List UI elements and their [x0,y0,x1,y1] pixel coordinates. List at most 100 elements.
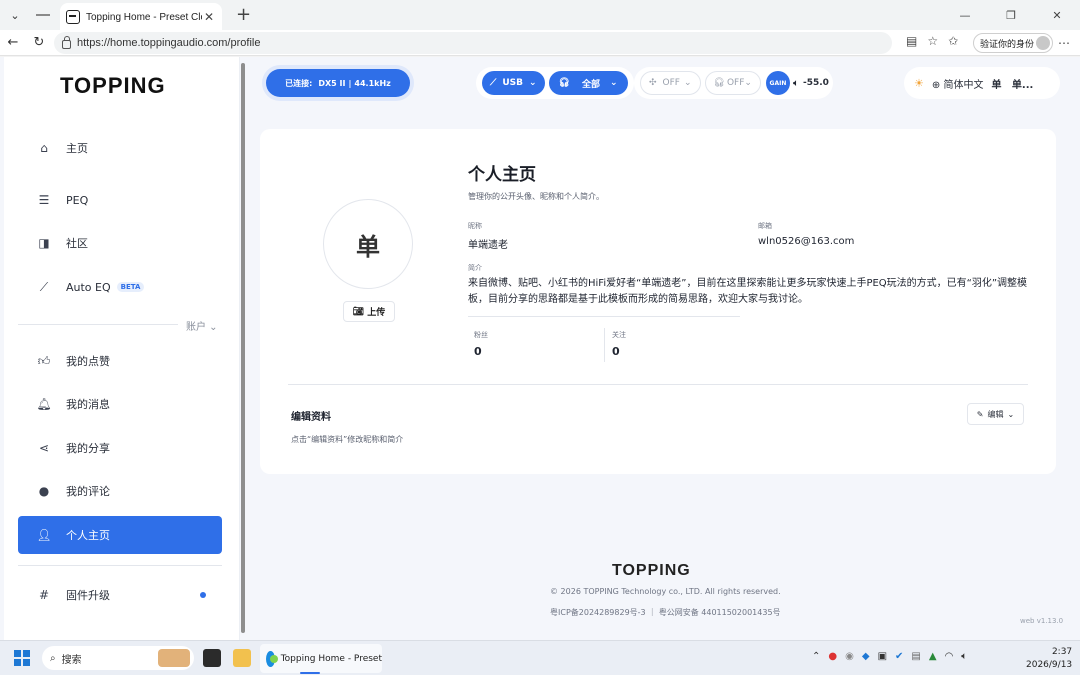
device-name: DX5 II [318,78,346,88]
clock-time: 2:37 [1051,647,1073,657]
profile-label: 验证你的身份 [980,39,1035,50]
nickname-value: 单端遗老 [468,240,508,251]
icp-record[interactable]: 粤ICP备2024289829号-3 ｜ 粤公网安备 4401150200143… [550,607,781,618]
browser-tab-active[interactable]: Topping Home - Preset Cloud ✕ [60,3,222,31]
output-select[interactable]: 🎧︎ 全部 ⌄ [548,71,628,95]
tray-app-icon[interactable]: ▣ [878,651,887,662]
account-section-header[interactable]: 账户 ⌄ [18,318,222,333]
volume-value[interactable]: -55.0 [803,78,829,88]
taskbar-app-label: Topping Home - Preset [280,653,382,664]
upload-avatar-button[interactable]: 📷︎ 上传 [343,301,395,322]
user-menu[interactable]: 单 单... [991,76,1033,91]
gain-button[interactable]: GAIN [765,71,790,95]
tray-app-icon[interactable]: ◆ [862,651,870,662]
active-app-indicator [300,672,320,674]
address-bar: ← ↻ https://home.toppingaudio.com/profil… [0,30,1080,56]
output-value: 全部 [581,79,600,90]
sidebar-item-auto-eq[interactable]: ⟋ Auto EQ BETA [18,268,222,306]
back-arrow-icon[interactable]: ← [0,35,26,50]
taskbar-app-edge[interactable]: Topping Home - Preset [260,644,382,673]
user-settings-group: ☀ ⊕ 简体中文 单 单... [904,67,1060,99]
minimize-button[interactable]: — [942,0,988,30]
comment-icon: ● [38,484,50,498]
chat-icon: ◨ [38,236,50,250]
audio-controls-group: ✣ OFF ⌄ 🎧︎ OFF ⌄ GAIN 🔈︎ -55.0 [634,67,833,99]
reload-icon[interactable]: ↻ [26,35,52,50]
tray-app-icon[interactable]: ▲ [929,651,937,662]
browser-profile-button[interactable]: 验证你的身份 [973,33,1053,53]
headphone-amp-toggle[interactable]: 🎧︎ OFF ⌄ [704,71,761,95]
site-favicon-icon [66,10,80,24]
sidebar-item-my-shares[interactable]: ⋖ 我的分享 [18,429,222,467]
topping-logo[interactable]: TOPPING [60,73,166,99]
followers-label: 粉丝 [474,331,488,339]
wifi-icon[interactable]: ◠ [945,651,954,662]
tray-app-icon[interactable]: ▤ [911,651,920,662]
clock-date: 2026/9/13 [1026,660,1073,670]
tray-chevron-up-icon[interactable]: ⌃ [812,651,820,662]
sidebar-item-my-messages[interactable]: 🔔︎ 我的消息 [18,385,222,423]
theme-sun-icon[interactable]: ☀ [914,77,924,90]
chevron-down-icon: ⌄ [744,78,752,88]
version-text: web v1.13.0 [1020,617,1064,625]
sidebar-item-my-comments[interactable]: ● 我的评论 [18,472,222,510]
sidebar-item-label: 社区 [66,237,88,250]
connection-status[interactable]: 已连接: DX5 II | 44.1kHz [266,69,410,97]
sidebar-item-profile[interactable]: 👤︎ 个人主页 [18,516,222,554]
thumbs-up-icon: 👍︎ [37,353,51,368]
language-select[interactable]: ⊕ 简体中文 [932,76,984,91]
following-label: 关注 [612,331,626,339]
file-explorer-icon[interactable] [233,649,251,667]
chevron-down-icon: ⌄ [609,78,618,88]
collapsed-tab-icon[interactable] [36,14,50,16]
edit-profile-button[interactable]: ✎ 编辑 ⌄ [967,403,1024,425]
tab-close-icon[interactable]: ✕ [202,10,216,24]
update-dot-icon [200,592,206,598]
tab-list-chevron-icon[interactable]: ⌄ [4,4,26,26]
filter-toggle[interactable]: ✣ OFF ⌄ [640,71,701,95]
more-menu-icon[interactable]: ⋯ [1058,36,1070,50]
task-view-icon[interactable] [203,649,221,667]
headphone-state: OFF [726,78,745,88]
new-tab-button[interactable]: + [236,6,251,24]
browser-tab-bar: ⌄ Topping Home - Preset Cloud ✕ + — ❐ ✕ [0,0,1080,31]
close-window-button[interactable]: ✕ [1034,0,1080,30]
sidebar-item-firmware[interactable]: # 固件升级 [18,576,222,614]
sidebar-scrollbar[interactable] [241,63,245,633]
tray-app-icon[interactable]: ✔ [895,651,903,662]
sidebar-item-community[interactable]: ◨ 社区 [18,224,222,262]
search-highlight-image [158,649,190,667]
collections-icon[interactable]: ✩ [948,34,958,48]
taskbar-clock[interactable]: 2:37 2026/9/13 [1026,646,1072,672]
user-name-short: 单... [1011,79,1034,91]
sidebar-item-label: 我的点赞 [66,355,110,368]
user-icon: 👤︎ [36,528,52,542]
reader-mode-icon[interactable]: ▤ [906,34,917,48]
windows-start-icon[interactable] [14,650,30,666]
volume-tray-icon[interactable]: 🔈︎ [961,651,967,662]
bell-icon: 🔔︎ [36,397,52,411]
avatar: 单 [323,199,413,289]
connected-label: 已连接: [285,78,313,88]
favorite-star-icon[interactable]: ☆ [927,34,938,48]
headphones-icon: 🎧︎ [713,78,725,88]
chevron-down-icon: ⌄ [1007,409,1015,419]
edit-hint: 点击“编辑资料”修改昵称和简介 [291,435,404,444]
sidebar-item-home[interactable]: ⌂ 主页 [18,129,222,167]
tray-app-icon[interactable]: ◉ [845,651,854,662]
sliders-icon: ☰ [38,193,50,207]
sidebar-item-peq[interactable]: ☰ PEQ [18,181,222,219]
url-input[interactable]: https://home.toppingaudio.com/profile [54,32,892,54]
taskbar-search[interactable]: ⌕ 搜索 [42,646,194,670]
sidebar-item-my-likes[interactable]: 👍︎ 我的点赞 [18,342,222,380]
headphones-icon: 🎧︎ [558,78,570,88]
profile-avatar-icon [1036,36,1050,50]
input-select[interactable]: ⟋ USB ⌄ [482,71,545,95]
maximize-button[interactable]: ❐ [988,0,1034,30]
sidebar-item-label: 主页 [66,142,88,155]
tray-app-icon[interactable]: ● [828,651,837,662]
sidebar: TOPPING ⌂ 主页 ☰ PEQ ◨ 社区 ⟋ Auto EQ BETA 账… [4,57,245,640]
input-value: USB [502,78,523,88]
url-text: https://home.toppingaudio.com/profile [77,37,261,49]
sidebar-item-label: 我的分享 [66,442,110,455]
